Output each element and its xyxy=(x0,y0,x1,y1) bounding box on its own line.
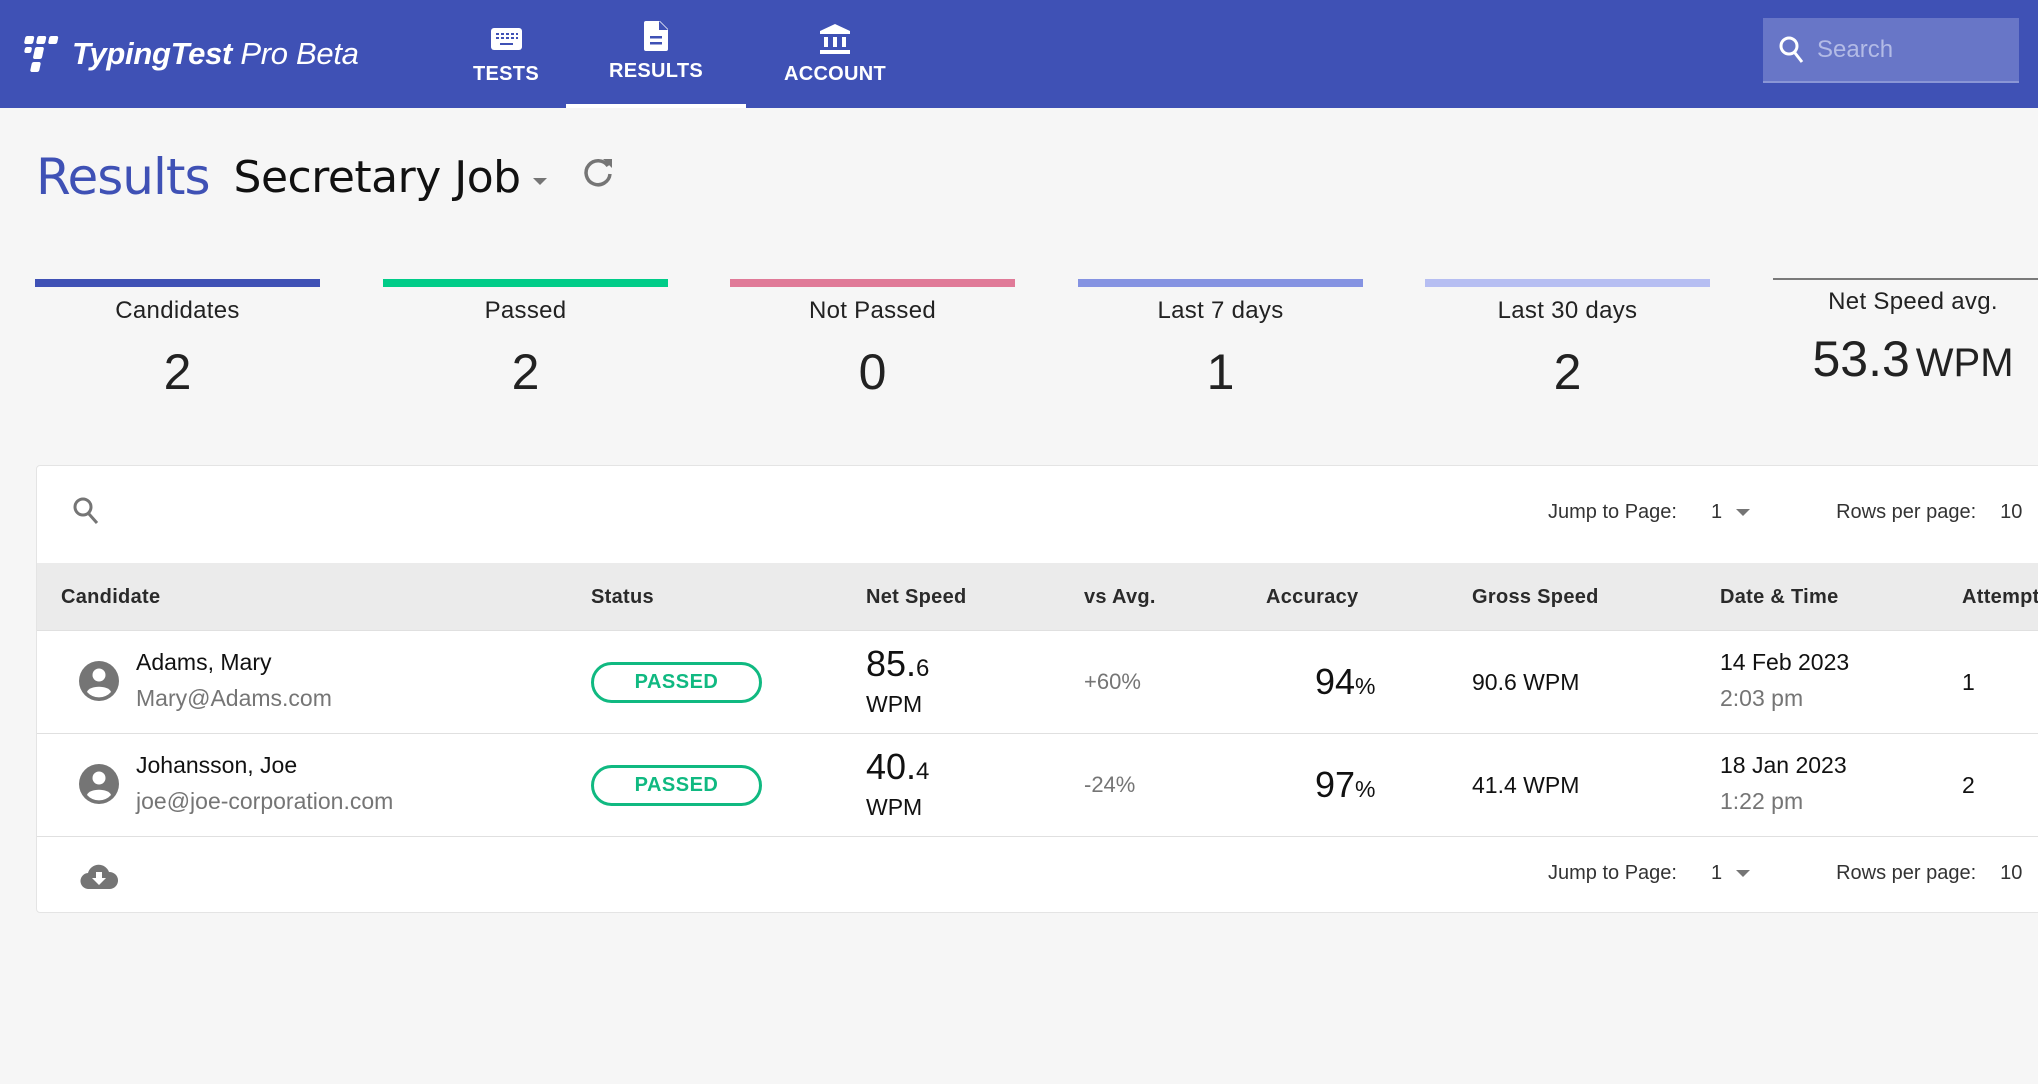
avatar-icon xyxy=(79,661,119,706)
jump-to-page-label: Jump to Page: xyxy=(1548,501,1677,523)
tab-results-label: RESULTS xyxy=(609,59,703,82)
stat-value: 2 xyxy=(511,344,540,400)
stat-label: Last 7 days xyxy=(1157,297,1284,324)
candidate-email: joe@joe-corporation.com xyxy=(136,788,394,814)
tab-results[interactable]: RESULTS xyxy=(566,0,746,108)
vs-average: -24% xyxy=(1084,772,1136,797)
stat-bar xyxy=(1773,278,2038,280)
test-date: 18 Jan 2023 xyxy=(1720,752,1847,778)
rows-per-page-label: Rows per page: xyxy=(1836,862,1977,884)
pagination-top: Jump to Page: 1 Rows per page: 10 xyxy=(1548,501,2022,524)
test-selector[interactable]: Secretary Job xyxy=(234,152,522,203)
stat-bar xyxy=(1425,279,1710,287)
tab-account[interactable]: ACCOUNT xyxy=(745,0,925,108)
candidate-name: Johansson, Joe xyxy=(136,752,298,778)
status-badge: PASSED xyxy=(591,765,762,806)
stat-value: 2 xyxy=(163,344,192,400)
stat-unit: WPM xyxy=(1915,341,2014,385)
pagination-bottom: Jump to Page: 1 Rows per page: 10 xyxy=(1548,862,2022,885)
column-header-vs-avg[interactable]: vs Avg. xyxy=(1084,563,1156,631)
search-icon xyxy=(1779,36,1804,63)
stat-bar xyxy=(1078,279,1363,287)
column-header-net-speed[interactable]: Net Speed xyxy=(866,563,967,631)
stat-card-passed: Passed 2 xyxy=(383,279,668,401)
stat-value: 2 xyxy=(1553,344,1582,400)
page-header: Results Secretary Job xyxy=(36,148,615,206)
table-row[interactable]: Johansson, Joe joe@joe-corporation.com P… xyxy=(37,734,2038,837)
candidate-name: Adams, Mary xyxy=(136,649,272,675)
column-header-date-time[interactable]: Date & Time xyxy=(1720,563,1839,631)
net-speed: 85.6 WPM xyxy=(866,643,930,717)
test-date: 14 Feb 2023 xyxy=(1720,649,1850,675)
attempt-number: 2 xyxy=(1962,772,1975,798)
column-header-gross-speed[interactable]: Gross Speed xyxy=(1472,563,1599,631)
stat-label: Last 30 days xyxy=(1497,297,1638,324)
status-badge: PASSED xyxy=(591,662,762,703)
stat-card-net-speed-avg: Net Speed avg. 53.3 WPM xyxy=(1773,278,2038,388)
gross-speed: 90.6 WPM xyxy=(1472,669,1580,695)
stat-label: Not Passed xyxy=(808,297,937,324)
test-time: 2:03 pm xyxy=(1720,685,1804,711)
brand-name: TypingTest Pro Beta xyxy=(72,36,359,71)
column-header-accuracy[interactable]: Accuracy xyxy=(1266,563,1358,631)
rows-per-page-select[interactable]: 10 xyxy=(2000,501,2022,524)
column-header-status[interactable]: Status xyxy=(591,563,654,631)
refresh-icon[interactable] xyxy=(581,155,615,194)
page-title: Results xyxy=(36,148,211,206)
search-box[interactable] xyxy=(1763,18,2019,83)
jump-to-page-select[interactable]: 1 xyxy=(1711,862,1751,885)
stat-value: 0 xyxy=(858,344,887,400)
column-header-attempt[interactable]: Attempt xyxy=(1962,563,2038,631)
tab-tests-label: TESTS xyxy=(473,62,539,85)
bank-icon xyxy=(819,23,851,55)
test-selector-caret-icon[interactable] xyxy=(532,177,547,185)
table-toolbar: Jump to Page: 1 Rows per page: 10 xyxy=(37,466,2038,563)
stat-value: 1 xyxy=(1206,344,1235,400)
column-header-candidate[interactable]: Candidate xyxy=(61,563,160,631)
jump-to-page-label: Jump to Page: xyxy=(1548,862,1677,884)
rows-per-page-label: Rows per page: xyxy=(1836,501,1977,523)
chevron-down-icon xyxy=(1736,870,1751,877)
keyboard-icon xyxy=(490,23,522,55)
brand-logo[interactable]: TypingTest Pro Beta xyxy=(20,34,359,74)
cloud-download-icon[interactable] xyxy=(80,863,119,894)
results-table-panel: Jump to Page: 1 Rows per page: 10 Candid… xyxy=(36,465,2038,913)
accuracy: 97% xyxy=(1315,764,1376,805)
table-footer: Jump to Page: 1 Rows per page: 10 xyxy=(37,837,2038,914)
stat-label: Passed xyxy=(484,297,567,324)
accuracy: 94% xyxy=(1315,661,1376,702)
stat-bar xyxy=(35,279,320,287)
jump-to-page-select[interactable]: 1 xyxy=(1711,501,1751,524)
avatar-icon xyxy=(79,764,119,809)
chevron-down-icon xyxy=(1736,509,1751,516)
stat-label: Net Speed avg. xyxy=(1828,288,1998,315)
candidate-email: Mary@Adams.com xyxy=(136,685,332,711)
vs-average: +60% xyxy=(1084,669,1141,694)
stat-value: 53.3 WPM xyxy=(1812,331,2014,387)
table-search-icon[interactable] xyxy=(72,496,100,531)
stat-label: Candidates xyxy=(115,297,240,324)
attempt-number: 1 xyxy=(1962,669,1975,695)
test-time: 1:22 pm xyxy=(1720,788,1804,814)
stat-card-not-passed: Not Passed 0 xyxy=(730,279,1015,401)
table-row[interactable]: Adams, Mary Mary@Adams.com PASSED 85.6 W… xyxy=(37,631,2038,734)
document-icon xyxy=(644,20,668,52)
gross-speed: 41.4 WPM xyxy=(1472,772,1580,798)
stat-card-last-30-days: Last 30 days 2 xyxy=(1425,279,1710,401)
table-header: Candidate Status Net Speed vs Avg. Accur… xyxy=(37,563,2038,631)
tab-account-label: ACCOUNT xyxy=(783,62,887,85)
app-bar: TypingTest Pro Beta TESTS RESULTS ACCOUN… xyxy=(0,0,2038,108)
rows-per-page-select[interactable]: 10 xyxy=(2000,862,2022,885)
stat-card-last-7-days: Last 7 days 1 xyxy=(1078,279,1363,401)
stat-bar xyxy=(383,279,668,287)
search-input[interactable] xyxy=(1817,35,1997,64)
net-speed: 40.4 WPM xyxy=(866,746,930,820)
stat-card-candidates: Candidates 2 xyxy=(35,279,320,401)
stat-bar xyxy=(730,279,1015,287)
logo-mark-icon xyxy=(24,36,59,72)
